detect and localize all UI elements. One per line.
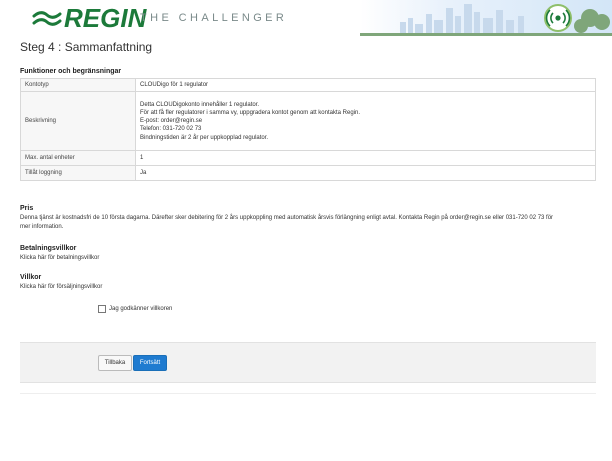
features-table: Kontotyp CLOUDigo för 1 regulator Beskri… [20,77,596,182]
price-text-line: Denna tjänst är kostnadsfri de 10 första… [20,215,554,221]
logo-text: REGIN [64,3,147,33]
next-button[interactable]: Fortsätt [133,355,167,371]
row-value-line: Detta CLOUDigokonto innehåller 1 regulat… [140,101,260,108]
divider [20,393,596,394]
table-row: Tillåt loggning Ja [20,165,596,182]
features-heading: Funktioner och begränsningar [20,68,122,75]
row-value-line: CLOUDigo för 1 regulator [140,82,209,88]
price-text-line: mer information. [20,224,64,230]
regin-logo-mark-icon [32,11,62,26]
city-skyline-icon [360,0,612,36]
table-row: Kontotyp CLOUDigo för 1 regulator [20,77,596,93]
tagline: THE CHALLENGER [140,12,288,24]
row-value-line: 1 [140,155,144,162]
terms-link[interactable]: Klicka här för försäljningsvillkor [20,284,102,290]
regin-logo: REGIN [32,4,146,32]
row-value: CLOUDigo för 1 regulator [135,77,596,93]
row-value-line: Ja [140,170,147,177]
table-row: Max. antal enheter 1 [20,150,596,167]
row-value: Detta CLOUDigokonto innehåller 1 regulat… [135,91,596,152]
header-banner: REGIN THE CHALLENGER [0,0,612,36]
row-key: Beskrivning [20,91,136,152]
row-key: Tillåt loggning [20,165,136,182]
row-value-line: Telefon: 031-720 02 73 [140,126,202,133]
row-value-line: Bindningstiden är 2 år per uppkopplad re… [140,134,269,141]
payment-terms-heading: Betalningsvillkor [20,245,77,252]
accept-terms-label: Jag godkänner villkoren [109,306,173,312]
accept-terms-checkbox[interactable] [98,305,106,313]
row-value-line: För att få fler regulatorer i samma vy, … [140,109,360,116]
payment-terms-link[interactable]: Klicka här för betalningsvillkor [20,255,99,261]
row-value: 1 [135,150,596,167]
terms-heading: Villkor [20,274,42,281]
price-heading: Pris [20,205,34,212]
table-row: Beskrivning Detta CLOUDigokonto innehåll… [20,91,596,152]
row-key: Kontotyp [20,77,136,93]
page-title: Steg 4 : Sammanfattning [20,40,153,54]
row-value: Ja [135,165,596,182]
row-value-line: E-post: order@regin.se [140,118,203,125]
row-key: Max. antal enheter [20,150,136,167]
price-text: Denna tjänst är kostnadsfri de 10 första… [20,214,600,232]
accept-terms-row[interactable]: Jag godkänner villkoren [98,305,172,313]
back-button[interactable]: Tillbaka [98,355,132,371]
